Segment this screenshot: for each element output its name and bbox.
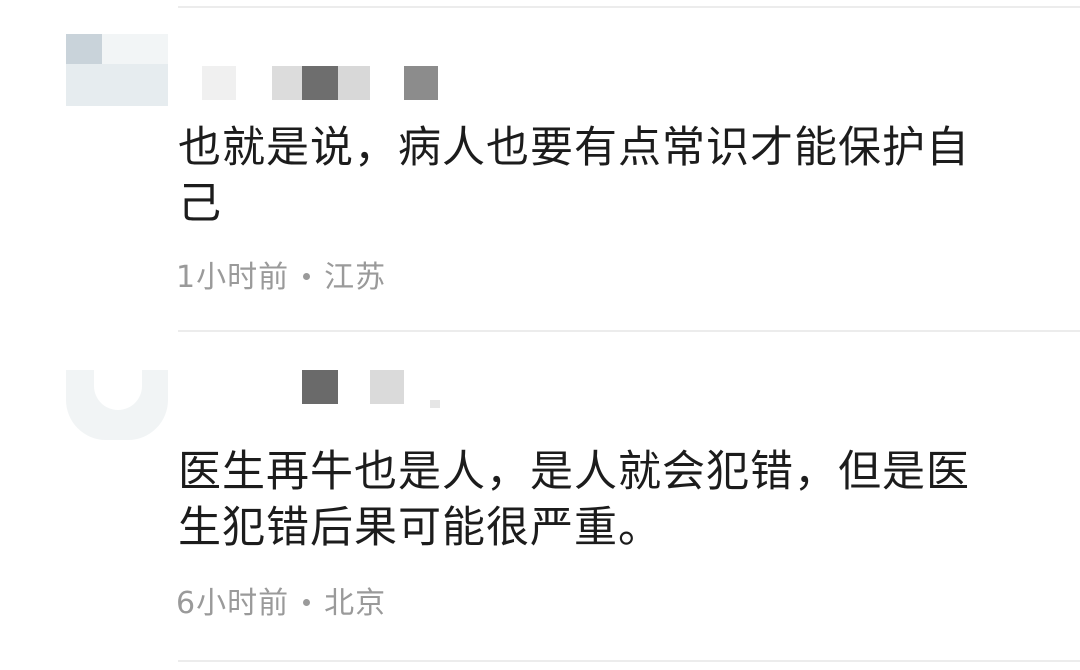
comment-list: 也就是说，病人也要有点常识才能保护自己 1小时前 江苏 医生再牛也是人，是人就会犯…	[0, 0, 1080, 670]
comment-divider	[178, 330, 1080, 332]
comment-time: 1小时前	[176, 260, 290, 295]
comment-location: 北京	[324, 586, 387, 621]
comment-meta: 1小时前 江苏	[176, 258, 386, 298]
top-divider	[178, 6, 1080, 8]
comment-meta: 6小时前 北京	[176, 584, 386, 624]
separator-dot	[303, 273, 311, 280]
comment-text: 医生再牛也是人，是人就会犯错，但是医生犯错后果可能很严重。	[178, 447, 970, 553]
username-redacted[interactable]	[180, 66, 480, 106]
comment-location: 江苏	[324, 260, 387, 295]
comment-time: 6小时前	[176, 586, 290, 621]
avatar[interactable]	[66, 34, 168, 106]
bottom-divider	[178, 660, 1080, 662]
avatar[interactable]	[66, 370, 168, 442]
username-redacted[interactable]	[180, 370, 480, 410]
separator-dot	[303, 599, 311, 606]
comment-text: 也就是说，病人也要有点常识才能保护自己	[178, 123, 970, 229]
